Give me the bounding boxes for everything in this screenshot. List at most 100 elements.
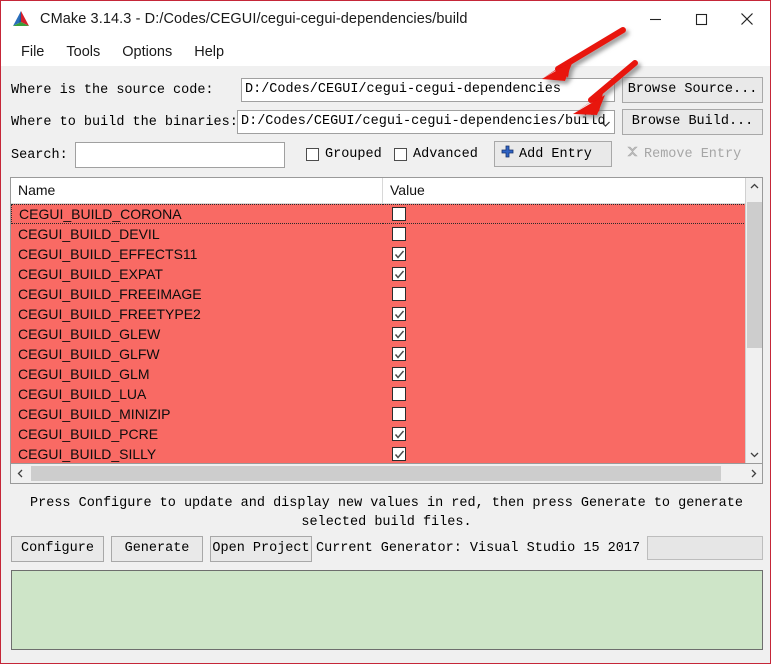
remove-entry-label: Remove Entry (644, 146, 742, 162)
value-checkbox[interactable] (392, 387, 406, 401)
chevron-down-icon[interactable] (746, 446, 762, 463)
table-row[interactable]: CEGUI_BUILD_GLFW (11, 344, 762, 364)
title-bar: CMake 3.14.3 - D:/Codes/CEGUI/cegui-cegu… (1, 1, 770, 37)
table-row[interactable]: CEGUI_BUILD_LUA (11, 384, 762, 404)
value-checkbox[interactable] (392, 207, 406, 221)
menu-item-file[interactable]: File (10, 42, 55, 62)
remove-entry-button: Remove Entry (619, 141, 762, 167)
source-path-input[interactable]: D:/Codes/CEGUI/cegui-cegui-dependencies (241, 78, 615, 102)
table-row[interactable]: CEGUI_BUILD_SILLY (11, 444, 762, 463)
menu-item-options[interactable]: Options (111, 42, 183, 62)
cache-variable-name: CEGUI_BUILD_GLFW (18, 346, 160, 362)
add-entry-button[interactable]: Add Entry (494, 141, 612, 167)
cache-variable-value (383, 304, 762, 324)
chevron-up-icon[interactable] (746, 178, 762, 195)
table-row[interactable]: CEGUI_BUILD_FREEIMAGE (11, 284, 762, 304)
table-row[interactable]: CEGUI_BUILD_EXPAT (11, 264, 762, 284)
cache-variable-value (383, 344, 762, 364)
minimize-icon[interactable] (632, 1, 678, 37)
grouped-label: Grouped (325, 147, 382, 162)
cache-variable-value (383, 324, 762, 344)
table-header: Name Value (11, 178, 762, 204)
close-icon[interactable] (724, 1, 770, 37)
cache-variable-value (383, 364, 762, 384)
advanced-checkbox[interactable]: Advanced (394, 147, 478, 162)
browse-source-button[interactable]: Browse Source... (622, 77, 763, 103)
cache-variable-name: CEGUI_BUILD_EFFECTS11 (18, 246, 198, 262)
menu-item-tools[interactable]: Tools (55, 42, 111, 62)
output-log-pane[interactable] (11, 570, 763, 650)
source-path-row: Where is the source code: (1, 78, 214, 102)
value-checkbox[interactable] (392, 327, 406, 341)
table-row[interactable]: CEGUI_BUILD_EFFECTS11 (11, 244, 762, 264)
cache-variable-name: CEGUI_BUILD_MINIZIP (18, 406, 171, 422)
chevron-down-icon[interactable] (600, 117, 611, 128)
advanced-label: Advanced (413, 147, 478, 162)
cache-variable-value (383, 204, 762, 224)
cache-variable-name: CEGUI_BUILD_FREEIMAGE (18, 286, 202, 302)
value-checkbox[interactable] (392, 427, 406, 441)
value-checkbox[interactable] (392, 227, 406, 241)
table-horizontal-scrollbar[interactable] (10, 464, 763, 484)
build-path-combobox[interactable]: D:/Codes/CEGUI/cegui-cegui-dependencies/… (237, 110, 615, 134)
column-header-name[interactable]: Name (11, 178, 383, 203)
cmake-gui-window: CMake 3.14.3 - D:/Codes/CEGUI/cegui-cegu… (0, 0, 771, 664)
value-checkbox[interactable] (392, 267, 406, 281)
grouped-checkbox[interactable]: Grouped (306, 147, 382, 162)
table-row[interactable]: CEGUI_BUILD_GLM (11, 364, 762, 384)
cache-variable-name: CEGUI_BUILD_DEVIL (18, 226, 160, 242)
menu-item-help[interactable]: Help (183, 42, 235, 62)
chevron-right-icon[interactable] (744, 464, 762, 482)
table-body: CEGUI_BUILD_CORONA CEGUI_BUILD_DEVIL CEGUI… (11, 204, 762, 463)
search-input[interactable] (75, 142, 285, 168)
status-message: Press Configure to update and display ne… (30, 496, 743, 530)
menu-bar: File Tools Options Help (1, 37, 770, 66)
table-row[interactable]: CEGUI_BUILD_PCRE (11, 424, 762, 444)
cache-variable-name: CEGUI_BUILD_CORONA (11, 204, 383, 224)
cache-variable-name: CEGUI_BUILD_FREETYPE2 (18, 306, 201, 322)
cache-variable-name: CEGUI_BUILD_GLM (18, 366, 150, 382)
table-vertical-scrollbar[interactable] (745, 178, 762, 463)
chevron-left-icon[interactable] (11, 464, 29, 482)
value-checkbox[interactable] (392, 347, 406, 361)
build-path-value: D:/Codes/CEGUI/cegui-cegui-dependencies/… (241, 114, 606, 129)
build-path-row: Where to build the binaries: (1, 110, 238, 134)
current-generator-label: Current Generator: Visual Studio 15 2017 (316, 541, 641, 556)
search-label: Search: (11, 148, 68, 163)
remove-x-icon (626, 145, 639, 163)
cache-variable-value (383, 264, 762, 284)
cache-variable-value (383, 444, 762, 463)
column-header-value[interactable]: Value (383, 178, 762, 203)
generate-button[interactable]: Generate (111, 536, 203, 562)
source-path-label: Where is the source code: (11, 82, 214, 98)
value-checkbox[interactable] (392, 367, 406, 381)
value-checkbox[interactable] (392, 447, 406, 461)
window-title: CMake 3.14.3 - D:/Codes/CEGUI/cegui-cegu… (40, 11, 468, 27)
cache-variable-name: CEGUI_BUILD_EXPAT (18, 266, 163, 282)
value-checkbox[interactable] (392, 287, 406, 301)
cmake-logo-icon (10, 8, 32, 30)
cache-variable-value (383, 424, 762, 444)
table-row[interactable]: CEGUI_BUILD_MINIZIP (11, 404, 762, 424)
horizontal-scroll-thumb[interactable] (31, 466, 721, 481)
maximize-icon[interactable] (678, 1, 724, 37)
table-row[interactable]: CEGUI_BUILD_GLEW (11, 324, 762, 344)
cache-variable-name: CEGUI_BUILD_LUA (18, 386, 147, 402)
browse-build-button[interactable]: Browse Build... (622, 109, 763, 135)
cache-variable-value (383, 244, 762, 264)
action-button-bar: Configure Generate Open Project Current … (1, 536, 770, 564)
add-entry-label: Add Entry (519, 146, 592, 162)
value-checkbox[interactable] (392, 247, 406, 261)
value-checkbox[interactable] (392, 407, 406, 421)
value-checkbox[interactable] (392, 307, 406, 321)
checkbox-box (306, 148, 319, 161)
open-project-button[interactable]: Open Project (210, 536, 312, 562)
checkbox-box (394, 148, 407, 161)
vertical-scroll-thumb[interactable] (747, 202, 762, 348)
table-row[interactable]: CEGUI_BUILD_DEVIL (11, 224, 762, 244)
cache-variable-name: CEGUI_BUILD_GLEW (18, 326, 161, 342)
configure-button[interactable]: Configure (11, 536, 104, 562)
table-row[interactable]: CEGUI_BUILD_CORONA (11, 204, 762, 224)
cache-variable-name: CEGUI_BUILD_SILLY (18, 446, 157, 462)
table-row[interactable]: CEGUI_BUILD_FREETYPE2 (11, 304, 762, 324)
